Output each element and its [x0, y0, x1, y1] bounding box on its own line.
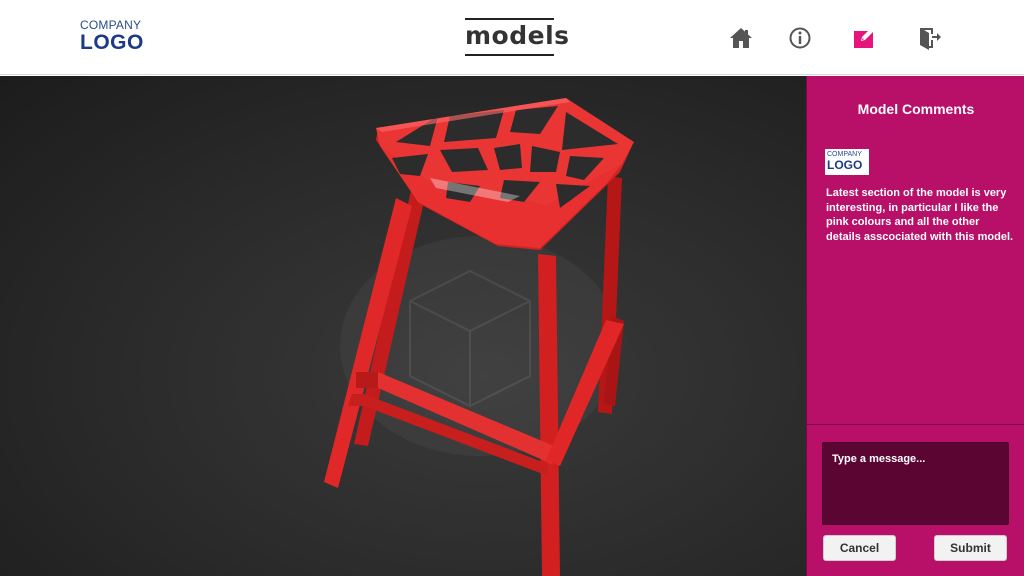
model-viewer[interactable]	[0, 76, 806, 576]
home-icon[interactable]	[729, 26, 753, 50]
submit-button[interactable]: Submit	[934, 535, 1007, 561]
exit-icon[interactable]	[918, 26, 942, 50]
avatar-logo-line2: LOGO	[827, 158, 863, 172]
message-input[interactable]	[822, 442, 1009, 525]
cancel-button[interactable]: Cancel	[823, 535, 896, 561]
comments-panel: Model Comments COMPANY LOGO Latest secti…	[806, 76, 1024, 576]
commenter-avatar: COMPANY LOGO	[825, 149, 869, 175]
logo-line1: COMPANY	[80, 18, 142, 32]
app-title-text: models	[465, 21, 570, 50]
company-logo[interactable]: COMPANY LOGO	[80, 18, 146, 54]
edit-icon[interactable]	[852, 26, 876, 50]
comment-text: Latest section of the model is very inte…	[826, 187, 1014, 243]
panel-divider	[807, 424, 1024, 425]
info-icon[interactable]	[788, 26, 812, 50]
stool-model[interactable]	[0, 76, 806, 576]
logo-line2: LOGO	[80, 31, 144, 54]
top-bar: COMPANY LOGO models	[0, 0, 1024, 75]
app-title: models	[465, 18, 569, 56]
panel-title: Model Comments	[857, 101, 975, 117]
